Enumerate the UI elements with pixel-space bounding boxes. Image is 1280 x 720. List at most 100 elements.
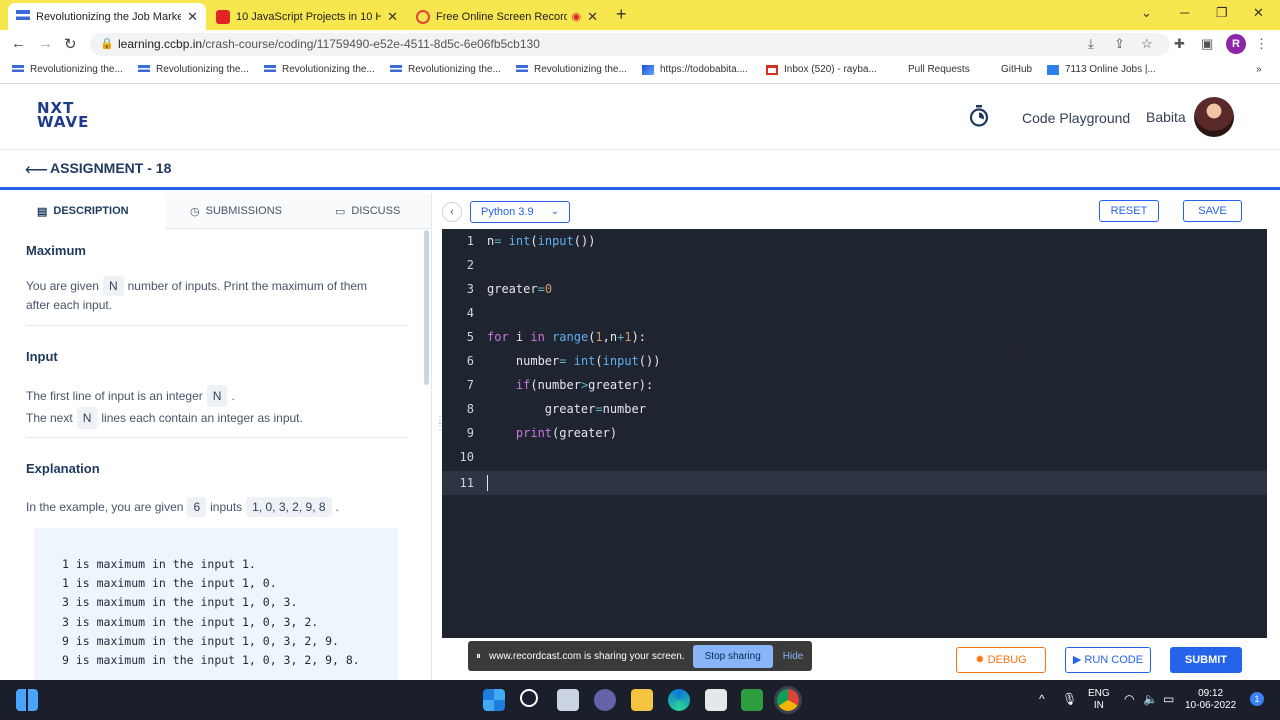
share-icon[interactable]: ⇪ bbox=[1114, 36, 1125, 52]
bookmark-star-icon[interactable]: ☆ bbox=[1141, 36, 1153, 52]
sample-line: 3 is maximum in the input 1, 0, 3, 2. bbox=[62, 614, 319, 629]
chevron-down-icon: ⌄ bbox=[550, 206, 559, 217]
reset-button[interactable]: RESET bbox=[1099, 200, 1159, 222]
store-icon[interactable] bbox=[705, 689, 727, 711]
problem-tabs: ▤ DESCRIPTION ◷ SUBMISSIONS ▭ DISCUSS bbox=[0, 193, 431, 229]
file-explorer-icon[interactable] bbox=[631, 689, 653, 711]
install-app-icon[interactable]: ⤓ bbox=[1088, 36, 1094, 52]
bookmark-item[interactable]: Revolutionizing the... bbox=[516, 64, 627, 75]
url-input[interactable]: 🔒 learning.ccbp.in/crash-course/coding/1… bbox=[90, 33, 1170, 56]
user-name[interactable]: Babita bbox=[1146, 109, 1186, 125]
tab-description[interactable]: ▤ DESCRIPTION bbox=[0, 193, 165, 229]
collapse-panel-icon[interactable]: ‹ bbox=[442, 202, 462, 222]
search-icon[interactable] bbox=[520, 689, 538, 707]
camtasia-icon[interactable] bbox=[741, 689, 763, 711]
recorder-icon bbox=[416, 9, 430, 24]
back-arrow-icon[interactable]: ⟵ bbox=[25, 160, 48, 180]
language-indicator[interactable]: ENG IN bbox=[1088, 688, 1110, 712]
submit-button[interactable]: SUBMIT bbox=[1170, 647, 1242, 673]
bookmark-label: Revolutionizing the... bbox=[534, 64, 627, 75]
browser-tab-3[interactable]: Free Online Screen Recorder ◉ ✕ bbox=[408, 3, 606, 30]
share-message: www.recordcast.com is sharing your scree… bbox=[489, 650, 685, 662]
maximize-icon[interactable]: ❐ bbox=[1216, 5, 1228, 21]
bookmark-item[interactable]: Revolutionizing the... bbox=[12, 64, 123, 75]
code-playground-link[interactable]: Code Playground bbox=[1022, 110, 1130, 126]
close-tab-icon[interactable]: ✕ bbox=[387, 9, 398, 25]
language-select[interactable]: Python 3.9 ⌄ bbox=[470, 201, 570, 223]
ibeam-cursor-icon: I bbox=[1010, 345, 1014, 361]
explanation-sample-block: 1 is maximum in the input 1. 1 is maximum… bbox=[34, 528, 398, 680]
side-panel-icon[interactable]: ▣ bbox=[1201, 36, 1213, 52]
bookmark-item[interactable]: GitHub bbox=[983, 64, 1032, 75]
forward-icon[interactable]: → bbox=[38, 35, 53, 52]
chat-icon: ▭ bbox=[335, 205, 346, 218]
debug-button[interactable]: ✹ DEBUG bbox=[956, 647, 1046, 673]
tray-overflow-icon[interactable]: ^ bbox=[1039, 692, 1045, 706]
line-number: 2 bbox=[466, 258, 474, 272]
extensions-icon[interactable]: ✚ bbox=[1174, 36, 1185, 52]
hide-button[interactable]: Hide bbox=[783, 651, 804, 662]
reload-icon[interactable]: ↻ bbox=[64, 35, 77, 53]
battery-icon[interactable]: ▭ bbox=[1163, 692, 1174, 706]
bookmark-item[interactable]: https://todobabita.... bbox=[642, 64, 748, 75]
bookmark-label: GitHub bbox=[1001, 64, 1033, 75]
variable-chip: N bbox=[102, 276, 124, 296]
browser-tab-1[interactable]: Revolutionizing the Job Market | ✕ bbox=[8, 3, 206, 30]
clock[interactable]: 09:12 10-06-2022 bbox=[1185, 688, 1236, 712]
list-chip: 1, 0, 3, 2, 9, 8 bbox=[246, 497, 332, 517]
chrome-icon[interactable] bbox=[777, 689, 799, 711]
browser-tab-title: 10 JavaScript Projects in 10 Hour bbox=[236, 10, 382, 23]
sample-line: 3 is maximum in the input 1, 0, 3. bbox=[62, 595, 298, 610]
browser-tab-2[interactable]: 10 JavaScript Projects in 10 Hour ✕ bbox=[208, 3, 406, 30]
screen-share-notice: ⏸ www.recordcast.com is sharing your scr… bbox=[468, 641, 812, 671]
tab-search-icon[interactable]: ⌄ bbox=[1141, 5, 1152, 21]
panel-scrollbar[interactable] bbox=[424, 230, 429, 385]
nxtwave-logo[interactable]: NXT WAVE bbox=[37, 101, 89, 130]
task-view-icon[interactable] bbox=[557, 689, 579, 711]
close-tab-icon[interactable]: ✕ bbox=[187, 9, 198, 25]
sample-line: 1 is maximum in the input 1, 0. bbox=[62, 576, 277, 591]
bookmark-item[interactable]: Pull Requests bbox=[890, 64, 970, 75]
bookmark-item[interactable]: Inbox (520) - rayba... bbox=[766, 64, 877, 75]
bookmark-item[interactable]: Revolutionizing the... bbox=[264, 64, 375, 75]
desktop-app-icon[interactable] bbox=[16, 689, 38, 711]
new-tab-icon[interactable]: + bbox=[616, 4, 627, 25]
bookmark-item[interactable]: 7113 Online Jobs |... bbox=[1047, 64, 1156, 75]
back-icon[interactable]: ← bbox=[11, 35, 26, 52]
site-favicon-icon bbox=[12, 64, 24, 75]
stop-sharing-button[interactable]: Stop sharing bbox=[692, 644, 773, 668]
microphone-icon[interactable]: 🎙 bbox=[1062, 692, 1077, 706]
notification-icon[interactable]: 1 bbox=[1250, 692, 1264, 706]
bookmark-item[interactable]: Revolutionizing the... bbox=[390, 64, 501, 75]
close-tab-icon[interactable]: ✕ bbox=[587, 9, 598, 25]
run-code-button[interactable]: ▶ RUN CODE bbox=[1065, 647, 1151, 673]
lang-line: ENG bbox=[1088, 688, 1110, 699]
more-bookmarks-icon[interactable]: » bbox=[1256, 64, 1262, 75]
profile-avatar[interactable]: R bbox=[1226, 34, 1246, 54]
code-editor[interactable]: 1 n= int(input()) 2 3 greater=0 4 5 for i i… bbox=[442, 229, 1267, 638]
windows-start-icon[interactable] bbox=[483, 689, 505, 711]
tab-discuss[interactable]: ▭ DISCUSS bbox=[335, 193, 400, 229]
youtube-icon bbox=[216, 9, 230, 24]
save-button[interactable]: SAVE bbox=[1183, 200, 1242, 222]
teams-chat-icon[interactable] bbox=[594, 689, 616, 711]
sample-line: 1 is maximum in the input 1. bbox=[62, 557, 256, 571]
tab-submissions[interactable]: ◷ SUBMISSIONS bbox=[190, 193, 282, 229]
avatar[interactable] bbox=[1194, 97, 1234, 137]
browser-tab-title: Revolutionizing the Job Market | bbox=[36, 10, 182, 23]
bookmark-item[interactable]: Revolutionizing the... bbox=[138, 64, 249, 75]
edge-browser-icon[interactable] bbox=[668, 689, 690, 711]
close-window-icon[interactable]: ✕ bbox=[1253, 5, 1264, 21]
code-line: 10 bbox=[442, 445, 1267, 469]
clock-time: 09:12 bbox=[1198, 688, 1224, 699]
description-icon: ▤ bbox=[37, 205, 48, 218]
wifi-icon[interactable]: ◠ bbox=[1124, 692, 1134, 706]
minimize-icon[interactable]: ─ bbox=[1180, 5, 1189, 20]
timer-icon[interactable] bbox=[968, 105, 990, 127]
divider bbox=[26, 325, 408, 326]
chrome-menu-icon[interactable]: ⋮ bbox=[1255, 36, 1268, 52]
text-span: number of inputs. Print the maximum of t… bbox=[127, 279, 368, 293]
problem-statement: You are given Nnumber of inputs. Print th… bbox=[26, 276, 408, 314]
play-icon: ▶ bbox=[1072, 654, 1082, 666]
volume-icon[interactable]: 🔈 bbox=[1143, 692, 1158, 706]
